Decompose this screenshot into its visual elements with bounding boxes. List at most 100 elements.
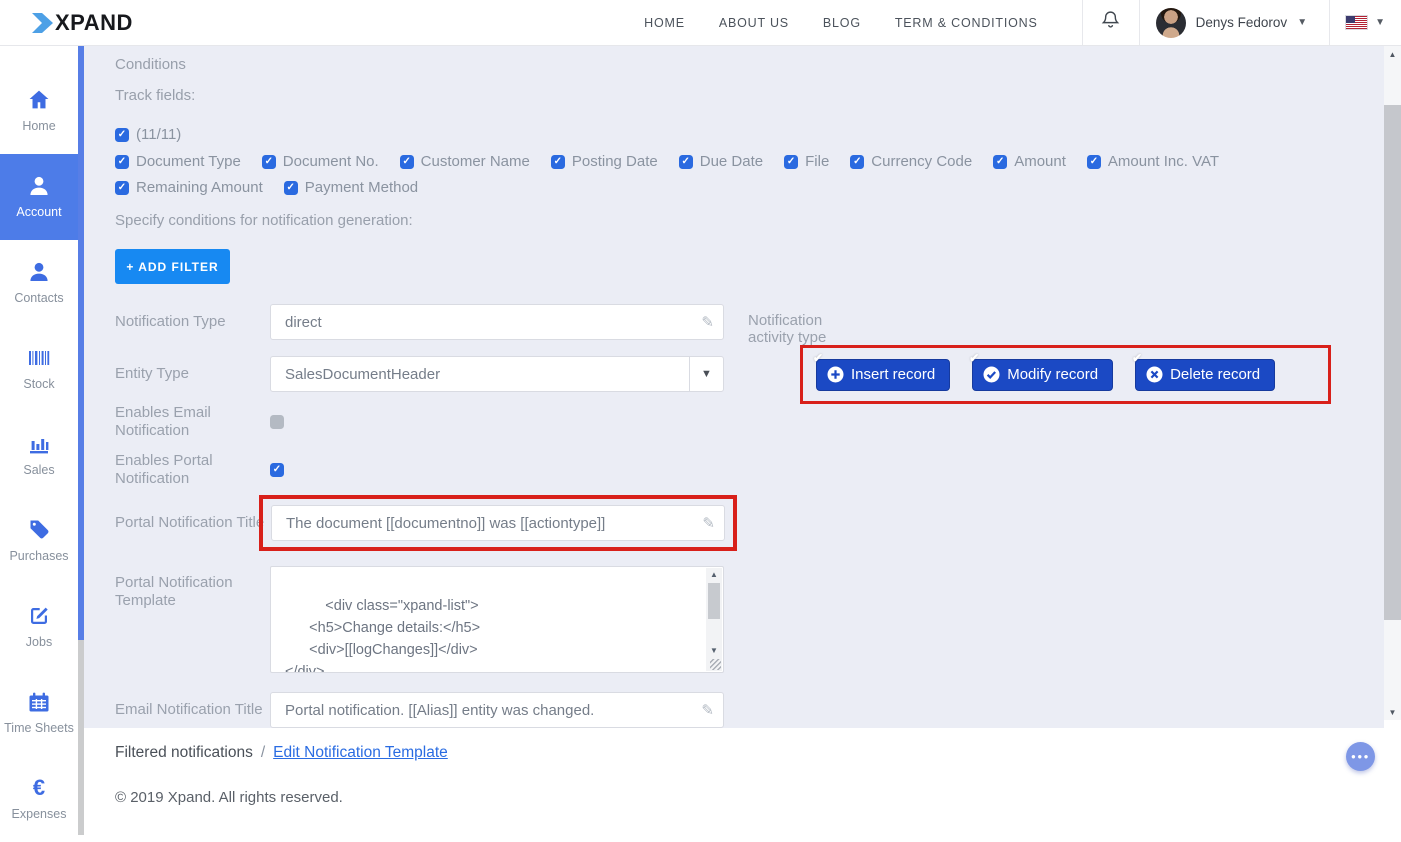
- portal-template-textarea[interactable]: <div class="xpand-list"> <h5>Change deta…: [270, 566, 724, 673]
- activity-type-button[interactable]: ✔ Delete record: [1135, 359, 1275, 391]
- form-viewport: Conditions Track fields: (11/11) Documen…: [84, 46, 1384, 728]
- sidebar-item-label: Time Sheets: [4, 721, 74, 736]
- email-title-input[interactable]: [271, 693, 723, 727]
- copyright-text: © 2019 Xpand. All rights reserved.: [115, 789, 1401, 806]
- sidebar-item[interactable]: Sales: [0, 412, 78, 498]
- entity-type-select[interactable]: SalesDocumentHeader ▼: [270, 356, 724, 392]
- user-icon: [26, 174, 52, 198]
- portal-title-field: ✎: [271, 505, 725, 541]
- sidebar-item[interactable]: Jobs: [0, 584, 78, 670]
- email-title-label: Email Notification Title: [115, 701, 270, 719]
- sidebar-item-label: Account: [16, 205, 61, 220]
- home-icon: [26, 88, 52, 112]
- select-all-checkbox-row: (11/11): [115, 126, 181, 143]
- calendar-icon: [26, 690, 52, 714]
- track-field-checkbox[interactable]: [1087, 155, 1101, 169]
- track-field-checkbox[interactable]: [784, 155, 798, 169]
- user-icon: [26, 260, 52, 284]
- section-title: Conditions: [115, 56, 1384, 73]
- portal-template-label: Portal Notification Template: [115, 566, 270, 610]
- sidebar-item[interactable]: Time Sheets: [0, 670, 78, 756]
- scroll-up-icon[interactable]: ▲: [706, 568, 722, 582]
- track-fields-list: Document Type Document No. Customer Name: [115, 153, 1295, 196]
- portal-title-label: Portal Notification Title: [115, 514, 270, 532]
- sidebar-item[interactable]: Contacts: [0, 240, 78, 326]
- times-circle-icon: [1146, 366, 1163, 383]
- activity-button-label: Modify record: [1007, 366, 1098, 383]
- top-nav-link[interactable]: BLOG: [823, 16, 861, 30]
- track-field-checkbox[interactable]: [551, 155, 565, 169]
- track-field: Document No.: [262, 153, 379, 170]
- notifications-button[interactable]: [1083, 9, 1139, 36]
- sidebar-item[interactable]: Home: [0, 68, 78, 154]
- track-field-checkbox[interactable]: [679, 155, 693, 169]
- edit-notification-template-link[interactable]: Edit Notification Template: [273, 744, 448, 762]
- enables-portal-checkbox[interactable]: [270, 463, 284, 477]
- sidebar-scrollbar-thumb[interactable]: [78, 46, 84, 640]
- top-nav-link[interactable]: TERM & CONDITIONS: [895, 16, 1038, 30]
- track-field: Posting Date: [551, 153, 658, 170]
- select-all-checkbox[interactable]: [115, 128, 129, 142]
- activity-type-button[interactable]: ✔ Modify record: [972, 359, 1113, 391]
- add-filter-button[interactable]: + ADD FILTER: [115, 249, 230, 284]
- track-field-checkbox[interactable]: [400, 155, 414, 169]
- top-nav-link[interactable]: ABOUT US: [719, 16, 789, 30]
- sidebar-item[interactable]: Purchases: [0, 498, 78, 584]
- pencil-icon: ✎: [701, 701, 714, 719]
- track-field-checkbox[interactable]: [115, 181, 129, 195]
- activity-type-button[interactable]: ✔ Insert record: [816, 359, 950, 391]
- selected-check-icon: ✔: [813, 351, 823, 365]
- track-field-label: Remaining Amount: [136, 179, 263, 196]
- top-nav-link[interactable]: HOME: [644, 16, 685, 30]
- check-circle-icon: [983, 366, 1000, 383]
- track-field-label: Document No.: [283, 153, 379, 170]
- activity-type-label: Notification activity type: [748, 312, 863, 346]
- chevron-down-icon: ▼: [1297, 17, 1307, 28]
- track-field: Currency Code: [850, 153, 972, 170]
- sidebar: Home Account Contacts Stock Sales Purcha…: [0, 46, 84, 835]
- portal-title-input[interactable]: [272, 506, 724, 540]
- sidebar-item[interactable]: Stock: [0, 326, 78, 412]
- enables-email-checkbox[interactable]: [270, 415, 284, 429]
- track-field-label: Amount Inc. VAT: [1108, 153, 1219, 170]
- sidebar-item[interactable]: Account: [0, 154, 78, 240]
- track-field-checkbox[interactable]: [284, 181, 298, 195]
- track-field: Remaining Amount: [115, 179, 263, 196]
- track-field: Due Date: [679, 153, 763, 170]
- resize-grip-icon[interactable]: [710, 659, 721, 670]
- scroll-down-icon[interactable]: ▼: [1384, 704, 1401, 720]
- page-scrollbar-thumb[interactable]: [1384, 105, 1401, 620]
- entity-type-label: Entity Type: [115, 365, 270, 383]
- user-menu[interactable]: Denys Fedorov ▼: [1140, 8, 1329, 38]
- annotation-red-box-buttons: ✔ Insert record ✔ Modify record ✔ Delet: [800, 345, 1331, 404]
- chevron-down-icon: ▼: [689, 357, 723, 391]
- track-field: Document Type: [115, 153, 241, 170]
- enables-portal-row: Enables Portal Notification: [115, 452, 755, 488]
- more-actions-fab[interactable]: ●●●: [1346, 742, 1375, 771]
- enables-email-label: Enables Email Notification: [115, 404, 255, 440]
- scroll-up-icon[interactable]: ▲: [1384, 46, 1401, 62]
- page-footer: Filtered notifications / Edit Notificati…: [84, 728, 1401, 835]
- sidebar-item-label: Home: [22, 119, 55, 134]
- track-field-checkbox[interactable]: [993, 155, 1007, 169]
- notification-type-row: Notification Type ✎: [115, 304, 755, 340]
- track-field: Amount Inc. VAT: [1087, 153, 1219, 170]
- track-field-label: Due Date: [700, 153, 763, 170]
- chevron-down-icon: ▼: [1375, 17, 1385, 28]
- xpand-logo[interactable]: XPAND: [30, 10, 133, 36]
- page-scrollbar[interactable]: ▲ ▼: [1384, 46, 1401, 720]
- notification-type-input[interactable]: [271, 305, 723, 339]
- breadcrumb-separator: /: [261, 744, 265, 762]
- track-field-checkbox[interactable]: [850, 155, 864, 169]
- avatar: [1156, 8, 1186, 38]
- sidebar-item[interactable]: € Expenses: [0, 756, 78, 842]
- textarea-scrollbar[interactable]: ▲ ▼: [706, 568, 722, 671]
- language-selector[interactable]: ▼: [1330, 16, 1401, 29]
- textarea-scrollbar-thumb[interactable]: [708, 583, 720, 619]
- track-field-checkbox[interactable]: [115, 155, 129, 169]
- sidebar-scrollbar-track[interactable]: [78, 46, 84, 835]
- user-name: Denys Fedorov: [1196, 15, 1288, 30]
- track-field-checkbox[interactable]: [262, 155, 276, 169]
- pencil-icon: ✎: [702, 514, 715, 532]
- scroll-down-icon[interactable]: ▼: [706, 644, 722, 658]
